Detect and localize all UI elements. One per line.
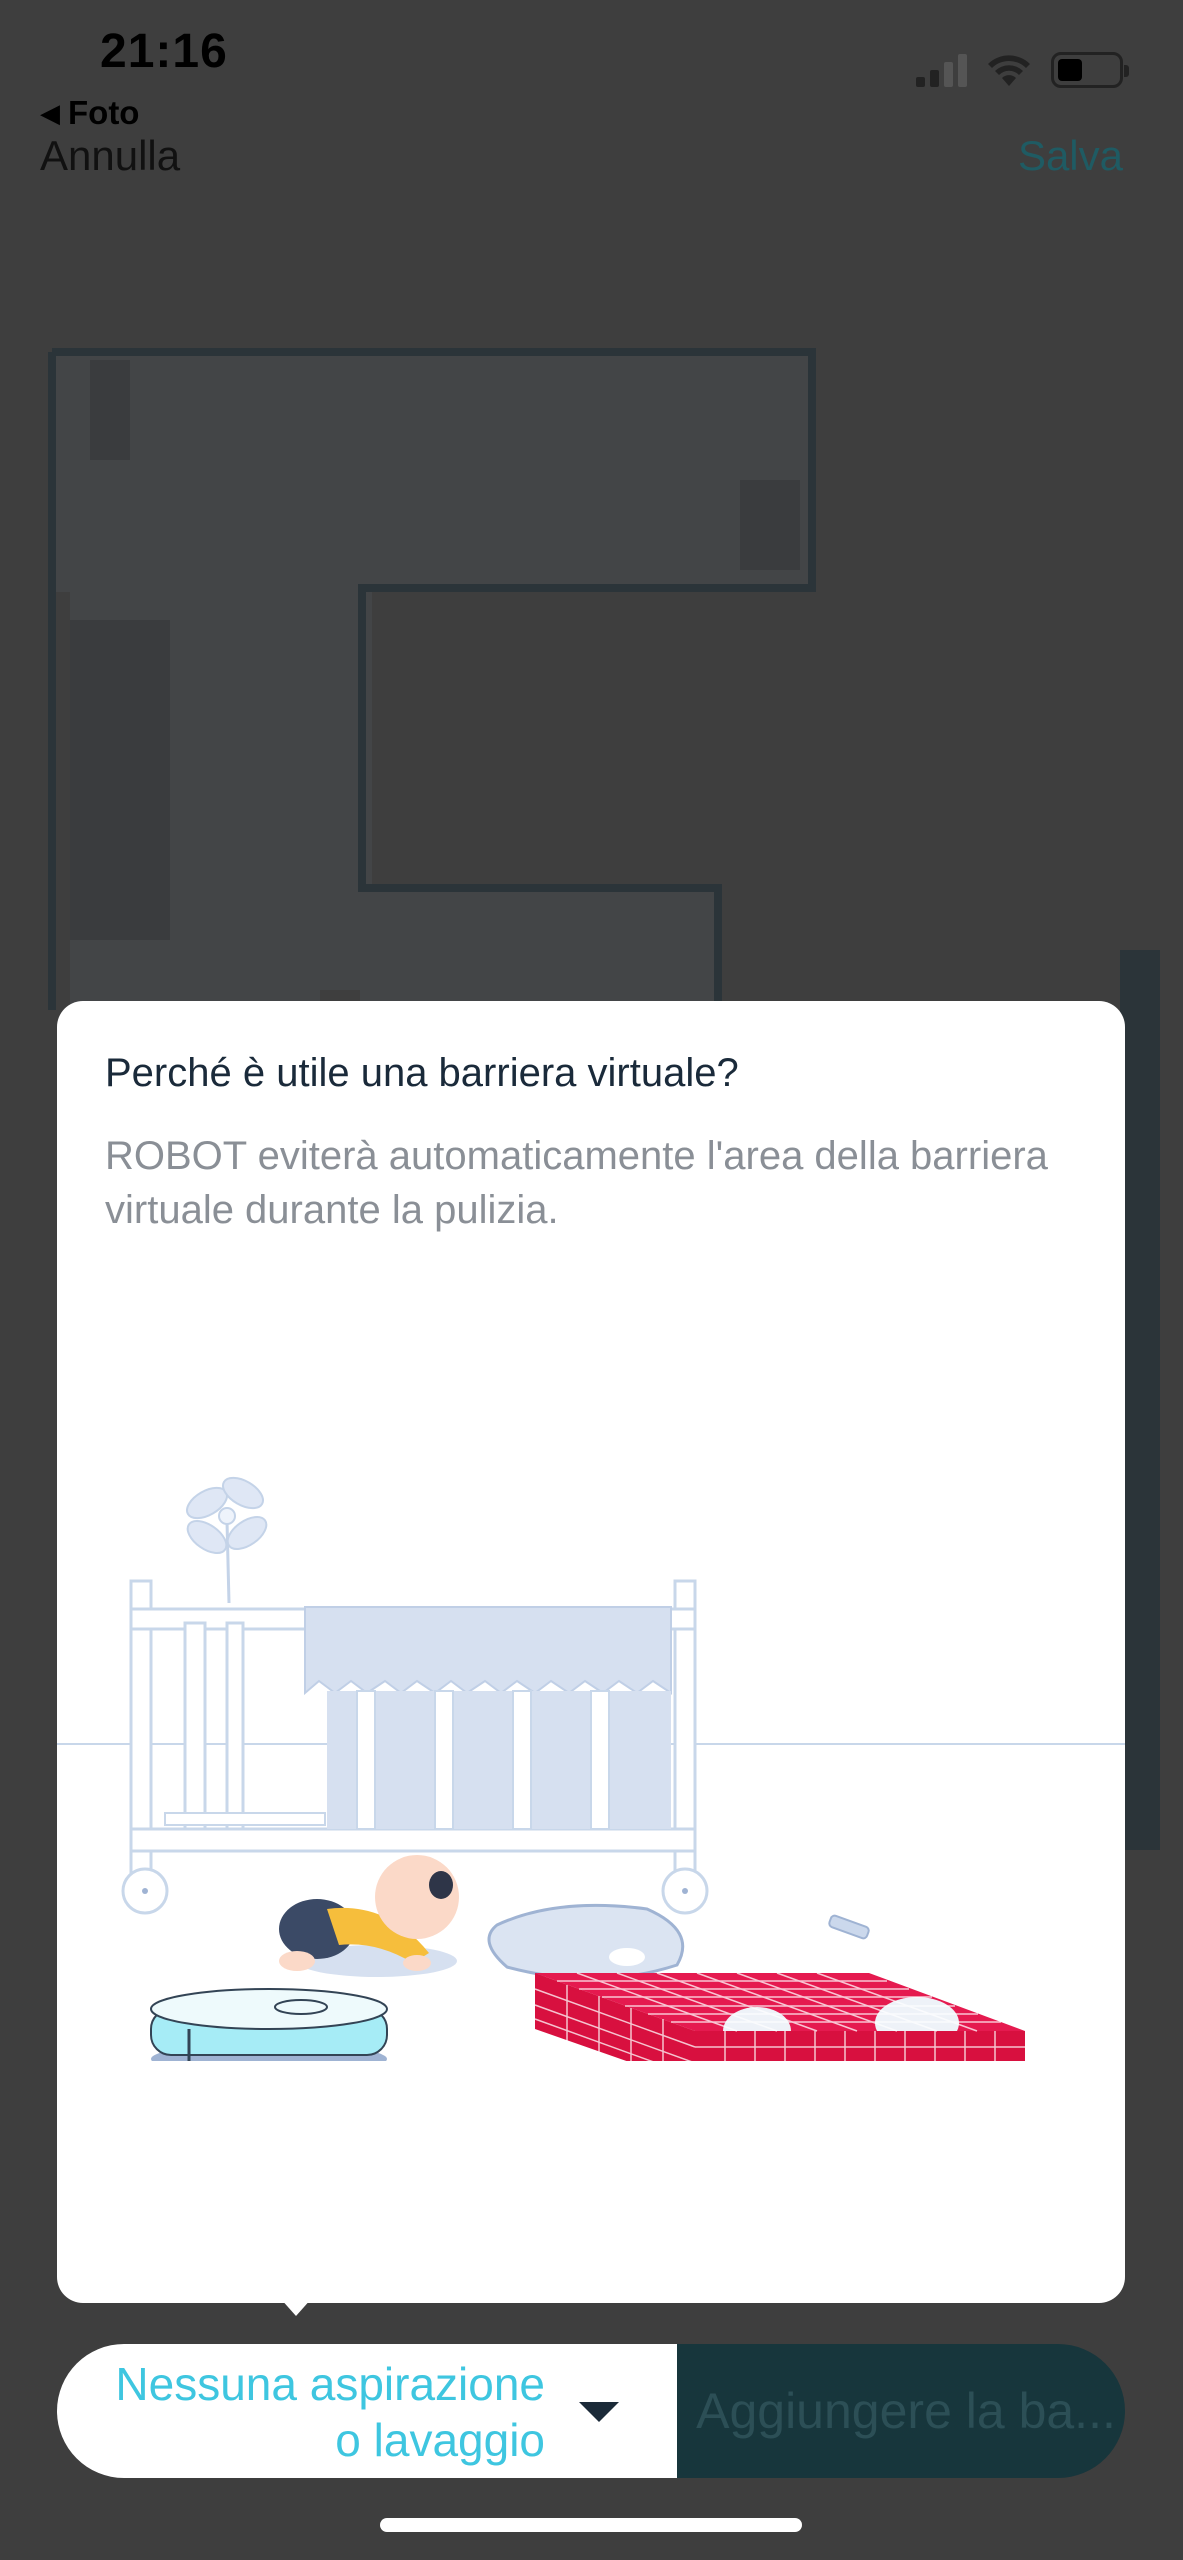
bottom-action-bar: Nessuna aspirazione o lavaggio Aggiunger… xyxy=(57,2344,1125,2478)
popup-pointer xyxy=(280,2298,312,2316)
virtual-barrier-illustration xyxy=(57,1476,1125,2061)
back-triangle-icon: ◀ xyxy=(40,98,60,128)
save-button[interactable]: Salva xyxy=(1018,132,1123,180)
back-app-label: Foto xyxy=(68,94,140,131)
status-icons xyxy=(916,52,1129,88)
signal-icon xyxy=(916,53,967,87)
info-popup: Perché è utile una barriera virtuale? RO… xyxy=(57,1001,1125,2303)
back-to-photos-link[interactable]: ◀ Foto xyxy=(40,94,139,132)
baby xyxy=(279,1855,459,1977)
popup-title: Perché è utile una barriera virtuale? xyxy=(105,1051,739,1095)
robot-vacuum xyxy=(150,1988,388,2061)
barrier-box xyxy=(534,1972,1025,2061)
popup-description: ROBOT eviterà automaticamente l'area del… xyxy=(105,1134,1048,1232)
pillow xyxy=(487,1903,685,1980)
status-time: 21:16 xyxy=(100,25,228,78)
battery-icon xyxy=(1051,52,1129,88)
fan-decoration xyxy=(186,1476,268,1604)
wifi-icon xyxy=(988,55,1030,86)
chevron-down-icon xyxy=(579,2402,619,2422)
cleaning-mode-label: Nessuna aspirazione o lavaggio xyxy=(115,2358,545,2466)
cleaning-mode-dropdown[interactable]: Nessuna aspirazione o lavaggio xyxy=(57,2344,677,2478)
add-barrier-button[interactable]: Aggiungere la ba... xyxy=(677,2344,1125,2478)
home-indicator[interactable] xyxy=(380,2518,802,2532)
cancel-button[interactable]: Annulla xyxy=(40,132,180,180)
